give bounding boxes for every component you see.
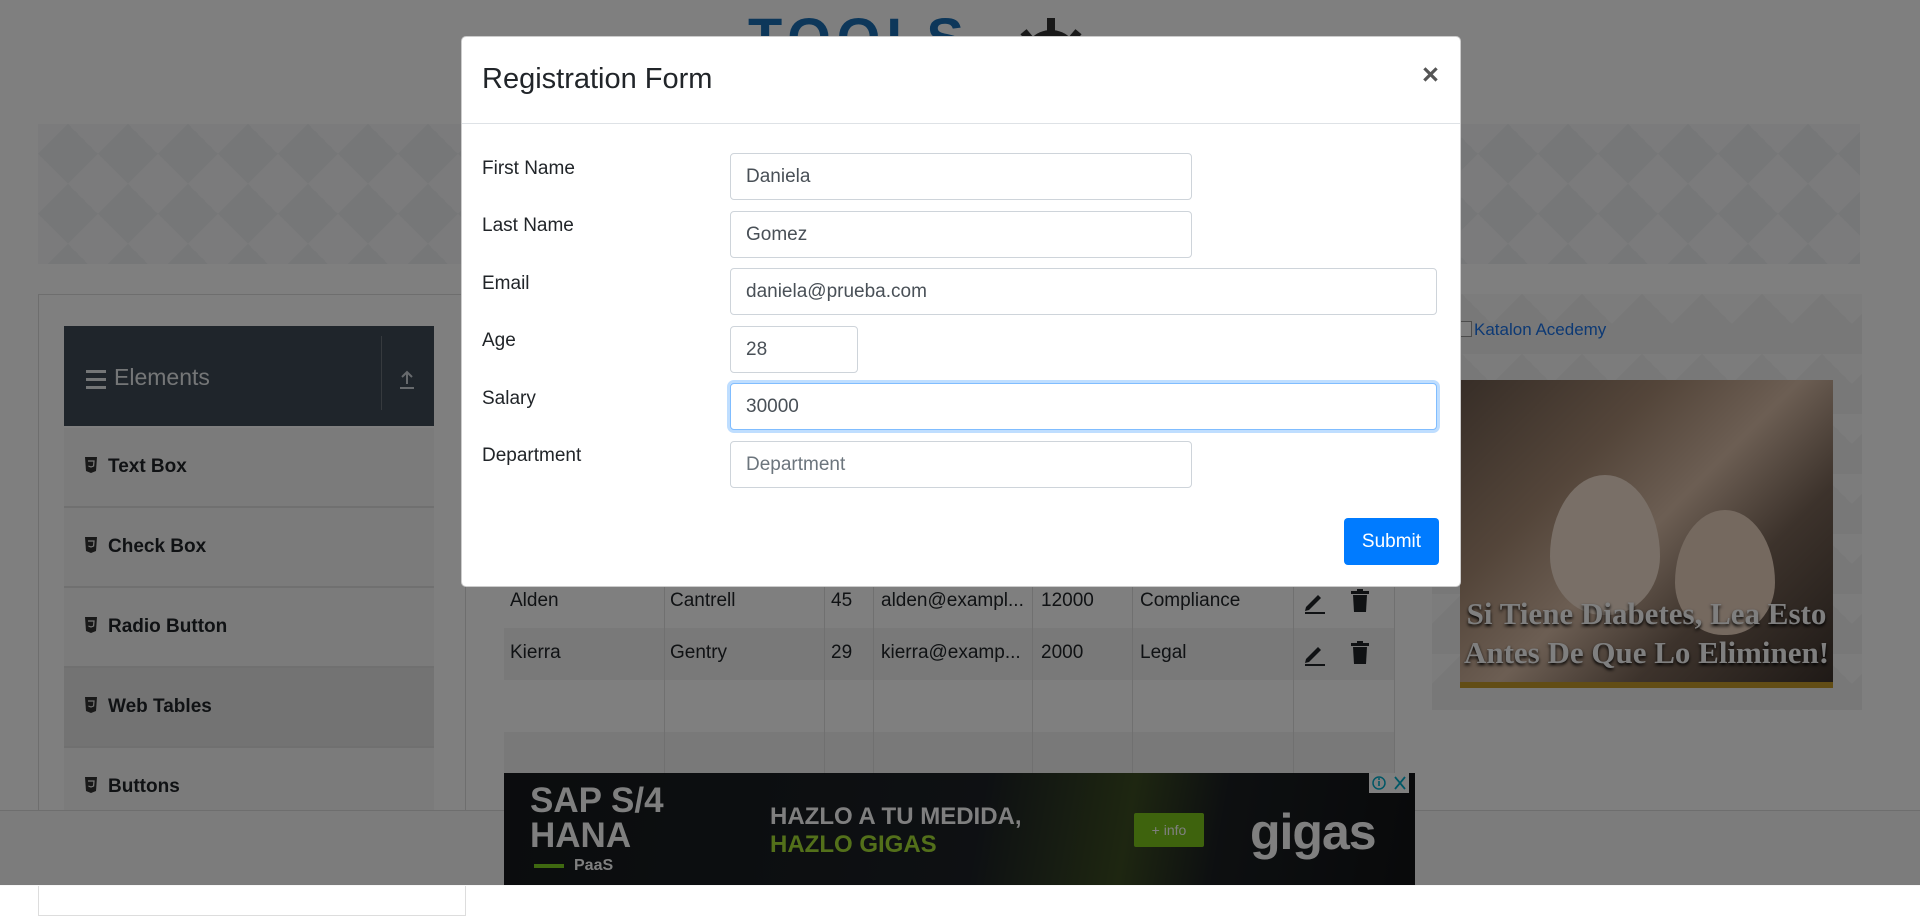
age-label: Age <box>482 330 516 351</box>
email-label: Email <box>482 273 530 294</box>
first-name-label: First Name <box>482 158 575 179</box>
department-input[interactable] <box>730 441 1192 488</box>
age-input[interactable] <box>730 326 858 373</box>
email-input[interactable] <box>730 268 1437 315</box>
registration-modal: Registration Form × First Name Last Name… <box>461 36 1461 587</box>
last-name-input[interactable] <box>730 211 1192 258</box>
submit-button[interactable]: Submit <box>1344 518 1439 565</box>
modal-title: Registration Form <box>482 63 713 95</box>
modal-header: Registration Form × <box>462 37 1460 124</box>
salary-label: Salary <box>482 388 536 409</box>
last-name-label: Last Name <box>482 215 574 236</box>
first-name-input[interactable] <box>730 153 1192 200</box>
close-icon[interactable]: × <box>1422 59 1439 92</box>
salary-input[interactable] <box>730 383 1437 430</box>
department-label: Department <box>482 445 582 466</box>
